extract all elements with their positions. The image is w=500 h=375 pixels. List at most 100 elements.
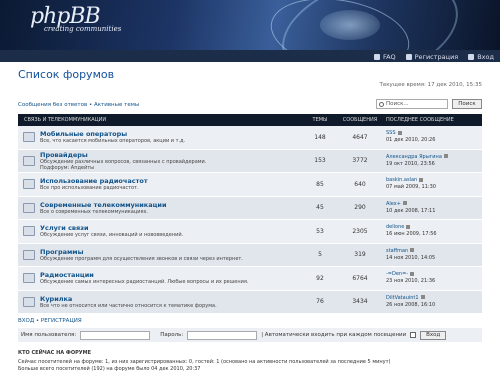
faq-link[interactable]: FAQ <box>374 53 396 61</box>
forum-table: СВЯЗЬ И ТЕЛЕКОММУНИКАЦИИ ТЕМЫ СООБЩЕНИЯ … <box>18 114 482 314</box>
register-link[interactable]: Регистрация <box>405 53 459 61</box>
last-post-author[interactable]: staffman <box>386 248 408 254</box>
view-latest-post-icon[interactable] <box>397 130 402 135</box>
last-post-date: 14 ноя 2010, 14:05 <box>386 254 436 261</box>
last-post-author[interactable]: -=Den=- <box>386 271 408 277</box>
forum-description: Все, что касается мобильных операторов, … <box>40 138 186 145</box>
view-latest-post-icon[interactable] <box>410 271 415 276</box>
forum-read-icon <box>23 249 35 260</box>
banner-glow-decoration <box>320 10 380 40</box>
last-post-author[interactable]: Александра Ярыгина <box>386 154 442 160</box>
table-row: Мобильные операторы Все, что касается моб… <box>18 126 482 150</box>
forum-read-icon <box>23 155 35 166</box>
header-last-post: ПОСЛЕДНЕЕ СООБЩЕНИЕ <box>386 117 454 123</box>
last-post-date: 10 дек 2008, 17:11 <box>386 207 436 214</box>
login-label: Вход <box>477 53 494 61</box>
help-icon <box>374 54 381 60</box>
faq-label: FAQ <box>383 53 396 61</box>
forum-name[interactable]: Мобильные операторы <box>40 130 302 138</box>
topic-count: 76 <box>316 298 324 306</box>
forum-name[interactable]: Курилка <box>40 295 302 303</box>
last-post-date: 16 июн 2009, 17:56 <box>386 231 437 238</box>
post-count: 6764 <box>352 274 368 282</box>
view-latest-post-icon[interactable] <box>443 154 448 159</box>
top-nav: FAQ Регистрация Вход <box>374 53 494 61</box>
last-post-author[interactable]: Alex+ <box>386 201 401 207</box>
forum-name[interactable]: Использование радиочастот <box>40 177 302 185</box>
topic-count: 45 <box>316 204 324 212</box>
post-count: 4647 <box>352 133 368 141</box>
forum-read-icon <box>23 179 35 190</box>
username-input[interactable] <box>80 330 151 340</box>
topic-count: 85 <box>316 180 324 188</box>
register-label: Регистрация <box>414 53 459 61</box>
forum-name[interactable]: Провайдеры <box>40 151 302 159</box>
search-input[interactable]: Поиск... <box>376 99 448 109</box>
logo-tagline: creating communities <box>44 25 122 33</box>
header-posts: СООБЩЕНИЯ <box>342 117 378 123</box>
table-row: Современные телекоммуникации Все о соврем… <box>18 196 482 220</box>
forum-read-icon <box>23 226 35 237</box>
page-title: Список форумов <box>18 68 115 81</box>
forum-description: Все о современных телекоммуникациях. <box>40 208 149 215</box>
forum-description: Обсуждение программ для осуществления зв… <box>40 255 243 262</box>
forum-name[interactable]: Современные телекоммуникации <box>40 201 302 209</box>
last-post-author[interactable]: baskin.aslan <box>386 177 417 183</box>
post-count: 640 <box>354 180 366 188</box>
header-category[interactable]: СВЯЗЬ И ТЕЛЕКОММУНИКАЦИИ <box>18 117 302 123</box>
view-latest-post-icon[interactable] <box>410 248 415 253</box>
search-placeholder: Поиск... <box>386 101 409 107</box>
table-row: Использование радиочастот Все про использ… <box>18 173 482 197</box>
login-link[interactable]: Вход <box>468 53 494 61</box>
forum-read-icon <box>23 296 35 307</box>
forum-description: Обсуждение самых интересных радиостанций… <box>40 279 249 286</box>
view-latest-post-icon[interactable] <box>420 295 425 300</box>
table-row: Программы Обсуждение программ для осущест… <box>18 243 482 267</box>
topic-count: 92 <box>316 274 324 282</box>
post-count: 319 <box>354 251 366 259</box>
last-post-date: 23 ноя 2010, 21:36 <box>386 278 436 285</box>
login-icon <box>468 54 475 60</box>
login-button[interactable]: Вход <box>420 330 447 340</box>
post-count: 3434 <box>352 298 368 306</box>
post-count: 3772 <box>352 157 368 165</box>
topic-count: 5 <box>318 251 322 259</box>
post-count: 290 <box>354 204 366 212</box>
last-post-author[interactable]: DiltVatauint1 <box>386 295 419 301</box>
last-post-date: 19 окт 2010, 23:56 <box>386 160 435 167</box>
header-banner: phpBB creating communities <box>0 0 500 50</box>
view-latest-post-icon[interactable] <box>419 177 424 182</box>
table-row: Радиостанции Обсуждение самых интересных … <box>18 267 482 291</box>
last-post-date: 01 дек 2010, 20:26 <box>386 137 436 144</box>
forum-read-icon <box>23 273 35 284</box>
topic-count: 53 <box>316 227 324 235</box>
last-post-author[interactable]: SSS <box>386 130 396 136</box>
post-count: 2305 <box>352 227 368 235</box>
table-row: Провайдеры Обсуждение различных вопросов,… <box>18 149 482 173</box>
last-post-date: 26 ноя 2008, 16:10 <box>386 301 436 308</box>
quick-links[interactable]: Сообщения без ответов • Активные темы <box>18 102 139 108</box>
topic-count: 153 <box>314 157 326 165</box>
view-latest-post-icon[interactable] <box>402 201 407 206</box>
current-time: Текущее время: 17 дек 2010, 15:35 <box>379 82 482 88</box>
login-heading[interactable]: ВХОД • РЕГИСТРАЦИЯ <box>18 318 82 324</box>
forum-description: Все что не относится или частично относи… <box>40 302 217 309</box>
last-post-author[interactable]: delione <box>386 224 404 230</box>
table-row: Услуги связи Обсуждение услуг связи, инно… <box>18 220 482 244</box>
table-header: СВЯЗЬ И ТЕЛЕКОММУНИКАЦИИ ТЕМЫ СООБЩЕНИЯ … <box>18 114 482 126</box>
register-icon <box>405 54 412 60</box>
password-input[interactable] <box>187 330 258 340</box>
forum-description: Все про использование радиочастот. <box>40 185 139 192</box>
who-online-text: Сейчас посетителей на форуме: 1, из них … <box>18 359 391 365</box>
search-button[interactable]: Поиск <box>452 99 482 109</box>
forum-name[interactable]: Программы <box>40 248 302 256</box>
autologin-checkbox[interactable] <box>410 332 417 338</box>
site-logo[interactable]: phpBB creating communities <box>30 4 121 33</box>
topic-count: 148 <box>314 133 326 141</box>
password-label: Пароль: <box>160 332 184 338</box>
forum-description: Обсуждение услуг связи, инноваций и ново… <box>40 232 184 239</box>
forum-read-icon <box>23 202 35 213</box>
view-latest-post-icon[interactable] <box>406 224 411 229</box>
username-label: Имя пользователя: <box>21 332 77 338</box>
subforum-link[interactable]: Подфорум: Апдейты <box>40 165 302 171</box>
